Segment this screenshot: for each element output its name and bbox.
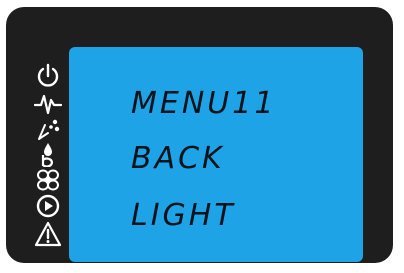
lcd-menu-line: MENU11 (131, 86, 277, 121)
lcd-screen: MENU11 BACK LIGHT (69, 47, 363, 262)
lcd-light-line: LIGHT (131, 198, 236, 233)
humidity-icon (41, 143, 53, 167)
warning-icon (34, 221, 62, 247)
device-bezel: MENU11 BACK LIGHT (6, 7, 393, 263)
status-icon-column (30, 63, 66, 263)
power-icon (37, 63, 59, 87)
pulse-icon (34, 94, 62, 115)
fan-icon (37, 169, 59, 191)
play-icon (36, 194, 60, 218)
device-stage: MENU11 BACK LIGHT (0, 0, 404, 273)
snowflake-drop-icon (38, 119, 60, 140)
lcd-back-line: BACK (131, 141, 225, 176)
